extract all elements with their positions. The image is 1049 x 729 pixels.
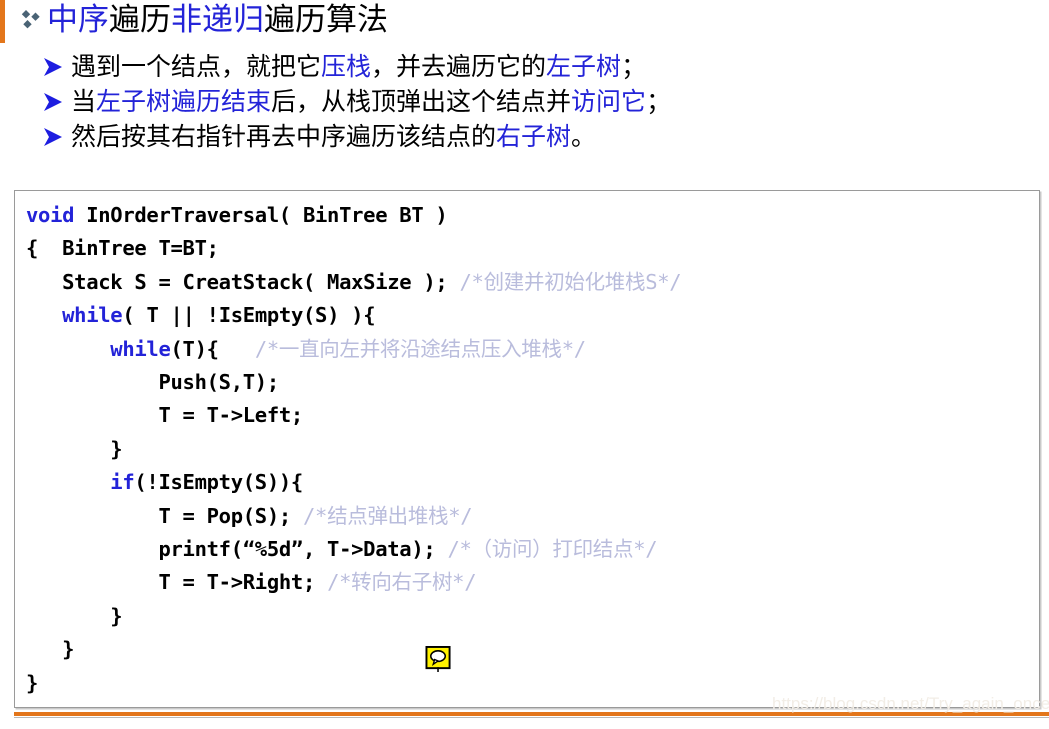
list-item-label: 遇到一个结点，就把它压栈，并去遍历它的左子树；: [71, 52, 647, 81]
page-title: 中序遍历非递归遍历算法: [18, 1, 388, 39]
bullet-list: 遇到一个结点，就把它压栈，并去遍历它的左子树； 当左子树遍历结束后，从栈顶弹出这…: [42, 50, 1042, 155]
diamond-cluster-bullet-icon: [21, 10, 40, 29]
list-item-label: 然后按其右指针再去中序遍历该结点的右子树。: [71, 122, 597, 151]
code-listing: void InOrderTraversal( BinTree BT ) { Bi…: [26, 203, 682, 695]
arrow-bullet-icon: [44, 128, 62, 146]
watermark-text: https://blog.csdn.net/Try_again_once: [772, 694, 1049, 713]
list-item: 然后按其右指针再去中序遍历该结点的右子树。: [42, 120, 1042, 155]
speech-bubble-comment-icon[interactable]: [425, 646, 452, 672]
list-item: 遇到一个结点，就把它压栈，并去遍历它的左子树；: [42, 50, 1042, 85]
code-block-inner: void InOrderTraversal( BinTree BT ) { Bi…: [15, 191, 1039, 707]
code-block-container: void InOrderTraversal( BinTree BT ) { Bi…: [14, 190, 1040, 708]
left-accent-bar: [0, 0, 5, 43]
arrow-bullet-icon: [44, 58, 62, 76]
bottom-accent-rule-shadow: [14, 717, 1049, 718]
page-title-text: 中序遍历非递归遍历算法: [47, 2, 388, 38]
list-item: 当左子树遍历结束后，从栈顶弹出这个结点并访问它；: [42, 85, 1042, 120]
arrow-bullet-icon: [44, 93, 62, 111]
list-item-label: 当左子树遍历结束后，从栈顶弹出这个结点并访问它；: [71, 87, 672, 116]
